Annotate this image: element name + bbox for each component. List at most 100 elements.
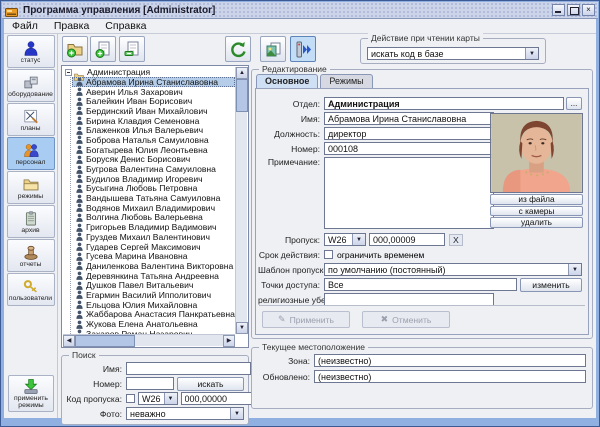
tab-modes[interactable]: Режимы <box>320 74 372 88</box>
card-action-select[interactable]: искать код в базе ▼ <box>367 47 539 60</box>
divider <box>259 305 585 306</box>
add-department-button[interactable] <box>62 36 88 62</box>
cancel-button[interactable]: ✖ Отменить <box>362 311 450 328</box>
person-icon <box>76 300 83 309</box>
search-code-checkbox[interactable] <box>126 394 135 403</box>
tree-item-person[interactable]: Аверин Илья Захарович <box>72 87 235 97</box>
number-input[interactable] <box>324 142 494 155</box>
sidebar-item-equipment[interactable]: оборудование <box>7 69 55 102</box>
tree-item-person[interactable]: Бугрова Валентина Самуиловна <box>72 164 235 174</box>
scroll-right-icon[interactable]: ▶ <box>223 335 235 347</box>
tree-item-person[interactable]: Абрамова Ирина Станиславовна <box>72 77 235 87</box>
name-input[interactable] <box>324 112 494 125</box>
tree-item-person[interactable]: Блаженков Илья Валерьевич <box>72 125 235 135</box>
tree-vertical-scrollbar[interactable]: ▲ ▼ <box>235 67 247 334</box>
tree-item-person[interactable]: Гударев Сергей Максимович <box>72 242 235 252</box>
sidebar-item-status[interactable]: статус <box>7 35 55 68</box>
left-column: Администрация Абрамова Ирина Станиславов… <box>61 65 249 418</box>
menu-edit[interactable]: Правка <box>46 20 97 32</box>
access-change-button[interactable]: изменить <box>520 278 582 292</box>
tree-item-person[interactable]: Бирина Клавдия Семеновна <box>72 116 235 126</box>
person-name: Жукова Елена Анатольевна <box>86 319 198 329</box>
search-button[interactable]: искать <box>177 377 244 391</box>
sidebar-item-plans[interactable]: планы <box>7 103 55 136</box>
tree-horizontal-scrollbar[interactable]: ◀ ▶ <box>63 334 235 346</box>
tab-main[interactable]: Основное <box>256 74 318 88</box>
search-name-input[interactable] <box>126 362 251 375</box>
photo-from-file-button[interactable]: из файла <box>490 194 583 205</box>
add-person-button[interactable] <box>90 36 116 62</box>
sidebar-item-modes[interactable]: режимы <box>7 171 55 204</box>
search-number-input[interactable] <box>126 377 174 390</box>
tree-item-person[interactable]: Волгина Любовь Валерьевна <box>72 213 235 223</box>
photo-from-camera-button[interactable]: с камеры <box>490 206 583 217</box>
tree-item-person[interactable]: Григорьев Владимир Вадимович <box>72 222 235 232</box>
tree-item-person[interactable]: Ельцова Юлия Михайловна <box>72 300 235 310</box>
sidebar-item-reports[interactable]: отчеты <box>7 239 55 272</box>
tree-item-person[interactable]: Гусева Марина Ивановна <box>72 251 235 261</box>
reader-button[interactable] <box>290 36 316 62</box>
copy-card-button[interactable] <box>260 36 286 62</box>
tree-item-person[interactable]: Вандышева Татьяна Самуиловна <box>72 193 235 203</box>
tree-item-person[interactable]: Водянов Михаил Владимирович <box>72 203 235 213</box>
person-name: Бугрова Валентина Самуиловна <box>86 164 216 174</box>
chevron-down-icon[interactable]: ▼ <box>525 48 538 59</box>
chevron-down-icon[interactable]: ▼ <box>568 264 581 275</box>
pass-code-input[interactable] <box>369 233 445 246</box>
minimize-icon[interactable] <box>552 4 565 16</box>
scroll-down-icon[interactable]: ▼ <box>236 322 248 334</box>
location-group: Текущее местоположение Зона: (неизвестно… <box>251 347 593 409</box>
tree-item-person[interactable]: Боброва Наталья Самуиловна <box>72 135 235 145</box>
remove-button[interactable] <box>119 36 145 62</box>
chevron-down-icon[interactable]: ▼ <box>164 393 177 404</box>
apply-button[interactable]: ✎ Применить <box>262 311 350 328</box>
tree-item-person[interactable]: Бердинский Иван Михайлович <box>72 106 235 116</box>
position-input[interactable] <box>324 127 494 140</box>
sidebar-item-users[interactable]: пользователи <box>7 273 55 306</box>
scroll-up-icon[interactable]: ▲ <box>236 67 248 79</box>
maximize-icon[interactable] <box>567 4 580 16</box>
scrollbar-thumb[interactable] <box>236 79 248 112</box>
pass-format-value: W26 <box>325 234 352 245</box>
apply-modes-button[interactable]: применить режимы <box>8 375 54 412</box>
search-code-format-select[interactable]: W26 ▼ <box>138 392 178 405</box>
tree-collapse-icon[interactable] <box>65 69 72 76</box>
close-icon[interactable]: × <box>582 4 595 16</box>
tree-item-person[interactable]: Груздев Михаил Валентинович <box>72 232 235 242</box>
photo-delete-button[interactable]: удалить <box>490 217 583 228</box>
tree-item-person[interactable]: Деревянкина Татьяна Андреевна <box>72 271 235 281</box>
tree-item-person[interactable]: Богатырева Юлия Леонтьевна <box>72 145 235 155</box>
title-bar[interactable]: Программа управления [Administrator] × <box>2 2 598 19</box>
note-textarea[interactable] <box>324 157 494 229</box>
pass-clear-button[interactable]: X <box>449 234 463 246</box>
template-select[interactable]: по умолчанию (постоянный) ▼ <box>324 263 582 276</box>
refresh-button[interactable] <box>225 36 251 62</box>
tree-item-person[interactable]: Будилов Владимир Игоревич <box>72 174 235 184</box>
sidebar-label: оборудование <box>8 91 53 98</box>
scroll-left-icon[interactable]: ◀ <box>63 335 75 347</box>
search-photo-select[interactable]: неважно ▼ <box>126 407 244 420</box>
tree-item-person[interactable]: Егармин Василий Ипполитович <box>72 290 235 300</box>
chevron-down-icon[interactable]: ▼ <box>352 234 365 245</box>
validity-checkbox[interactable] <box>324 250 333 259</box>
tree-root-department[interactable]: Администрация <box>63 67 235 77</box>
scrollbar-thumb[interactable] <box>75 335 135 347</box>
scrollbar-track[interactable] <box>135 335 223 346</box>
menu-file[interactable]: Файл <box>4 20 46 32</box>
tree-item-person[interactable]: Балейкин Иван Борисович <box>72 96 235 106</box>
tree-item-person[interactable]: Душков Павел Витальевич <box>72 280 235 290</box>
chevron-down-icon[interactable]: ▼ <box>230 408 243 419</box>
personnel-icon <box>22 142 40 159</box>
menu-help[interactable]: Справка <box>97 20 154 32</box>
pass-format-select[interactable]: W26 ▼ <box>324 233 366 246</box>
sidebar-item-personnel[interactable]: персонал <box>7 137 55 170</box>
tree-item-person[interactable]: Жаббарова Анастасия Панкратьевна <box>72 310 235 320</box>
person-name: Григорьев Владимир Вадимович <box>86 222 217 232</box>
tree-item-person[interactable]: Бусыгина Любовь Петровна <box>72 184 235 194</box>
tree-item-person[interactable]: Жукова Елена Анатольевна <box>72 319 235 329</box>
tree-item-person[interactable]: Борусяк Денис Борисович <box>72 155 235 165</box>
tree-item-person[interactable]: Даниленкова Валентина Викторовна <box>72 261 235 271</box>
department-field[interactable]: Администрация <box>324 97 564 110</box>
sidebar-item-archive[interactable]: архив <box>7 205 55 238</box>
department-more-button[interactable]: ... <box>566 97 582 110</box>
